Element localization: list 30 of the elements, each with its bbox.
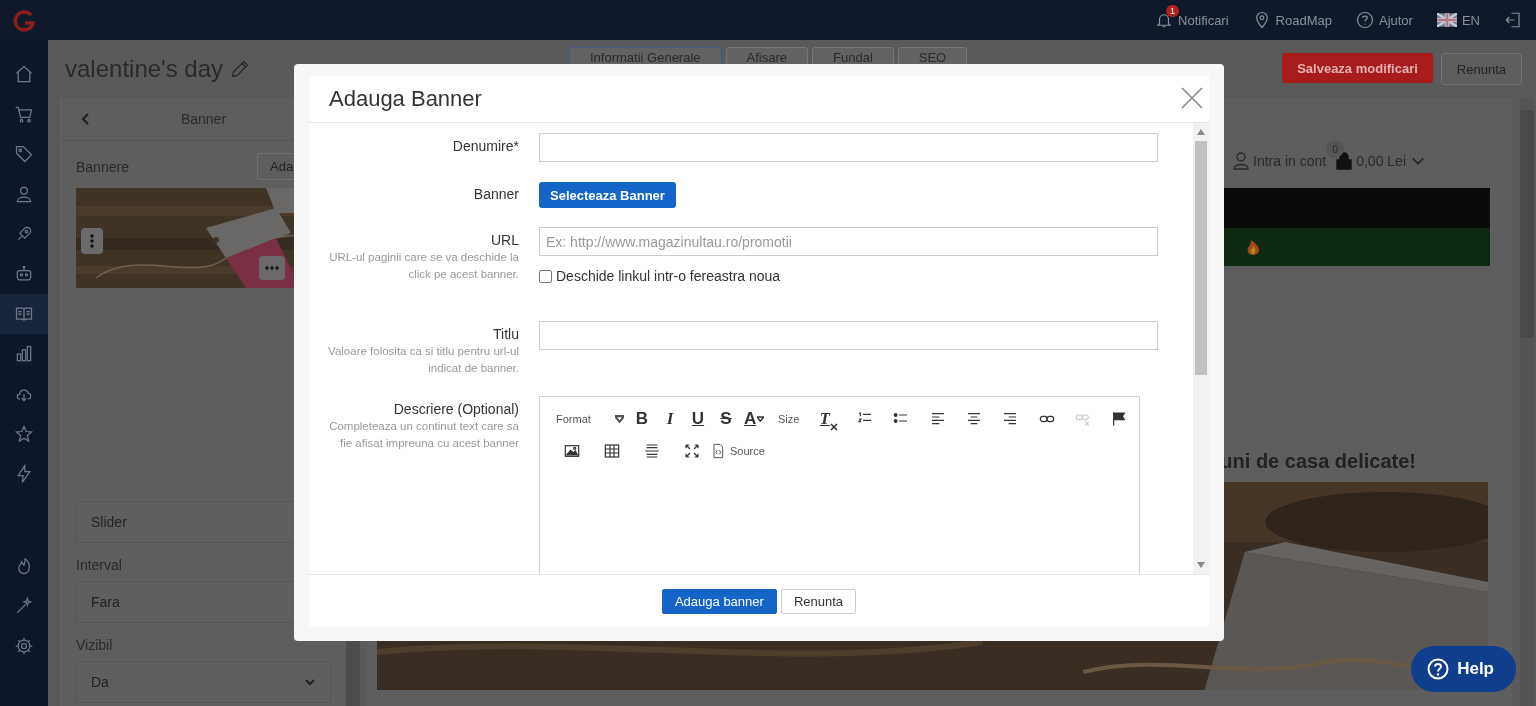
notifications-link[interactable]: Notificari — [1178, 12, 1229, 28]
field-label: Descriere (Optional) — [392, 400, 519, 418]
field-label: Titlu — [492, 325, 519, 343]
bold-button[interactable]: B — [630, 407, 654, 431]
source-button[interactable]: Source — [708, 439, 767, 463]
url-field[interactable]: Ex: http://www.magazinultau.ro/promotii — [539, 227, 1158, 256]
checkbox-label: Deschide linkul intr-o fereastra noua — [556, 268, 781, 284]
language-selector[interactable]: EN — [1461, 12, 1480, 28]
dropdown[interactable]: Format — [548, 407, 626, 431]
field-label: URL — [490, 231, 519, 249]
underline-button[interactable]: U — [686, 407, 710, 431]
save-button[interactable]: Salveaza modificari — [1282, 53, 1433, 83]
dialog-title: Adauga Banner — [329, 86, 482, 112]
help-button[interactable]: Help — [1411, 646, 1516, 692]
select-banner-button[interactable]: Selecteaza Banner — [539, 182, 676, 208]
dropdown[interactable]: Size — [770, 407, 813, 431]
cancel-button[interactable]: Renunta — [780, 588, 857, 614]
nav-link[interactable]: Ajutor — [1378, 12, 1413, 28]
text-color-button[interactable]: A — [742, 407, 766, 431]
add-banner-button[interactable]: Adauga banner — [661, 588, 777, 614]
notification-count: 1 — [1166, 5, 1179, 17]
nav-link[interactable]: RoadMap — [1275, 12, 1332, 28]
italic-button[interactable]: I — [658, 407, 682, 431]
field-label: Denumire* — [451, 137, 519, 155]
help-text: Valoare folosita ca si titlu pentru url-ul indicat de banner. — [327, 344, 519, 376]
clear-format-button[interactable]: T — [816, 407, 841, 431]
help-text: Completeaza un continut text care sa fie afisat impreuna cu acest banner — [328, 419, 519, 451]
field-label: Banner — [472, 185, 519, 203]
help-text: URL-ul paginii care se va deschide la click pe acest banner. — [328, 250, 519, 282]
strikethrough-button[interactable]: S — [714, 407, 738, 431]
